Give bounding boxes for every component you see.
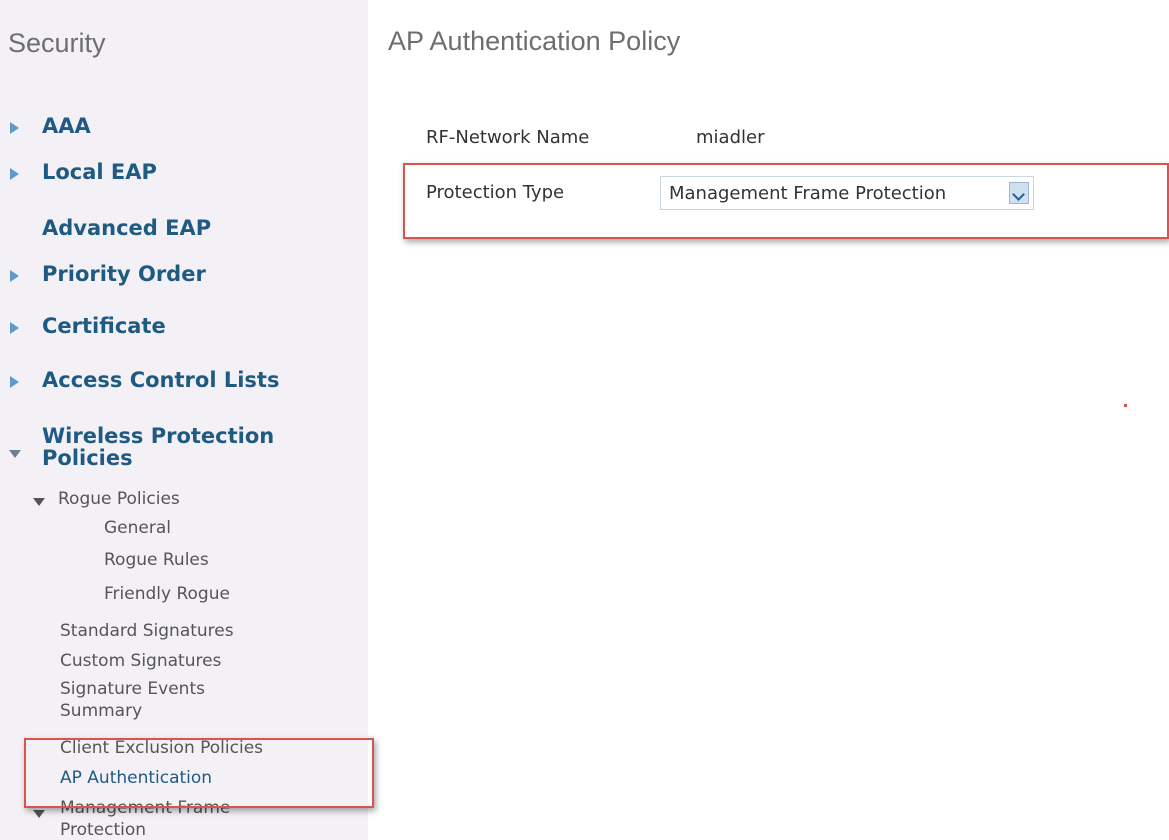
sub-item-label: Management Frame bbox=[60, 798, 231, 818]
expand-arrow-icon[interactable] bbox=[10, 168, 19, 180]
protection-type-select[interactable]: Management Frame Protection bbox=[660, 176, 1034, 210]
sub-item-management-frame-protection[interactable]: Management Frame Protection bbox=[60, 798, 230, 840]
protection-type-selected-value: Management Frame Protection bbox=[669, 183, 947, 204]
sub-item-custom-signatures[interactable]: Custom Signatures bbox=[60, 651, 221, 671]
sub-item-friendly-rogue[interactable]: Friendly Rogue bbox=[104, 584, 230, 604]
sub-item-ap-authentication[interactable]: AP Authentication bbox=[60, 768, 212, 788]
protection-type-label: Protection Type bbox=[426, 182, 565, 203]
sidebar-item-advanced-eap[interactable]: Advanced EAP bbox=[42, 216, 211, 240]
sub-item-client-exclusion-policies[interactable]: Client Exclusion Policies bbox=[60, 738, 263, 758]
sidebar-item-local-eap[interactable]: Local EAP bbox=[42, 160, 157, 184]
sub-item-signature-events-summary[interactable]: Signature Events Summary bbox=[60, 679, 205, 721]
sub-item-label: Summary bbox=[60, 701, 143, 721]
rf-network-name-value: miadler bbox=[696, 127, 765, 148]
expand-arrow-icon[interactable] bbox=[10, 376, 19, 388]
sub-item-label: Signature Events bbox=[60, 679, 205, 699]
collapse-arrow-icon[interactable] bbox=[33, 810, 45, 818]
sub-item-rogue-policies[interactable]: Rogue Policies bbox=[58, 489, 180, 509]
sub-item-standard-signatures[interactable]: Standard Signatures bbox=[60, 621, 234, 641]
sidebar-item-label: Policies bbox=[42, 446, 133, 470]
sidebar-item-certificate[interactable]: Certificate bbox=[42, 314, 166, 338]
rf-network-name-label: RF-Network Name bbox=[426, 127, 590, 148]
sub-item-label: Protection bbox=[60, 820, 147, 840]
page-title: AP Authentication Policy bbox=[388, 26, 681, 56]
expand-arrow-icon[interactable] bbox=[10, 322, 19, 334]
collapse-arrow-icon[interactable] bbox=[33, 498, 45, 506]
sub-item-rogue-rules[interactable]: Rogue Rules bbox=[104, 550, 209, 570]
sidebar-item-wireless-protection-policies[interactable]: Wireless Protection Policies bbox=[42, 424, 274, 470]
chevron-down-icon[interactable] bbox=[1009, 182, 1029, 204]
sidebar-item-priority-order[interactable]: Priority Order bbox=[42, 262, 206, 286]
sidebar-item-aaa[interactable]: AAA bbox=[42, 114, 91, 138]
sidebar: Security AAA Local EAP Advanced EAP Prio… bbox=[0, 0, 368, 840]
expand-arrow-icon[interactable] bbox=[10, 270, 19, 282]
collapse-arrow-icon[interactable] bbox=[9, 450, 21, 458]
sidebar-title: Security bbox=[8, 28, 106, 58]
stray-mark bbox=[1124, 404, 1127, 407]
sidebar-item-access-control-lists[interactable]: Access Control Lists bbox=[42, 368, 279, 392]
expand-arrow-icon[interactable] bbox=[10, 122, 19, 134]
sidebar-item-label: Wireless Protection bbox=[42, 424, 275, 448]
sub-item-general[interactable]: General bbox=[104, 518, 171, 538]
